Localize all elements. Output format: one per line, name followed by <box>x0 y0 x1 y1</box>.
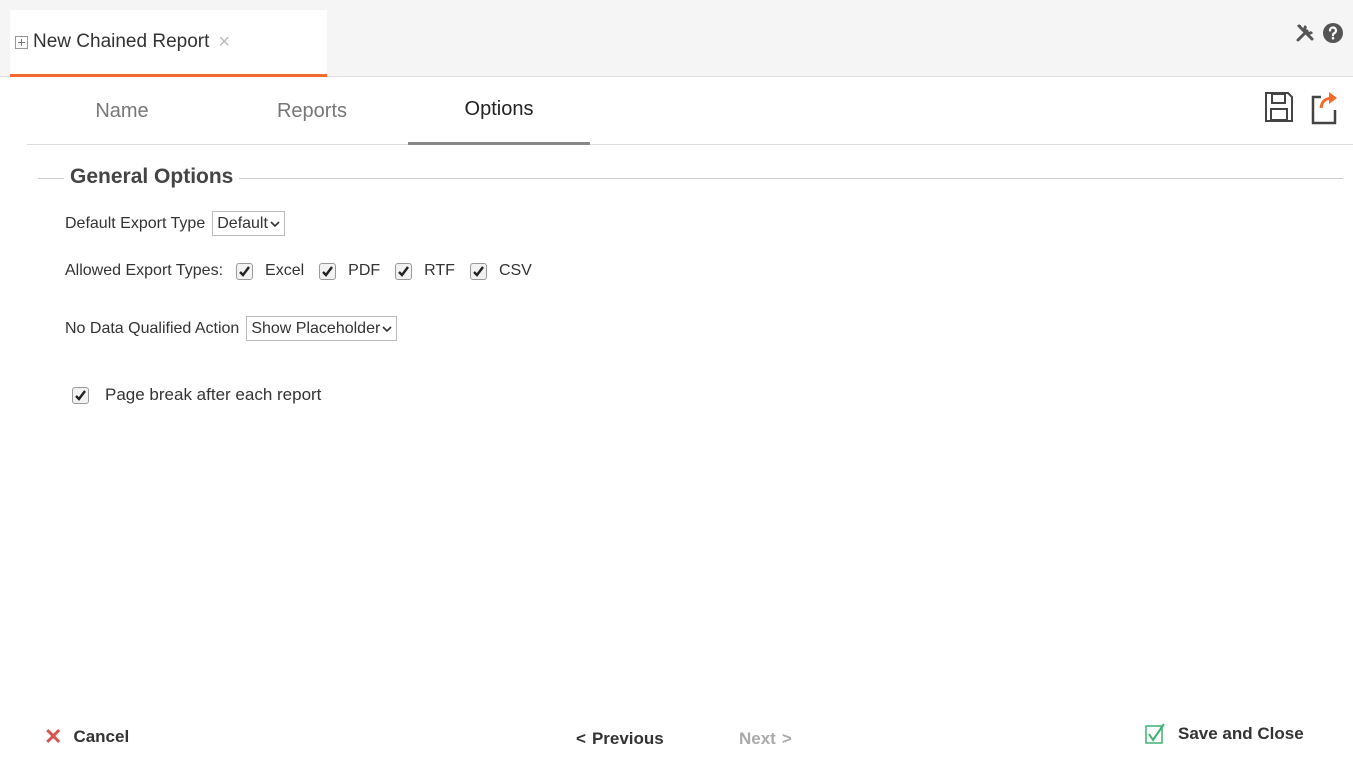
default-export-type-select[interactable]: Default <box>212 211 285 236</box>
excel-checkbox[interactable] <box>236 262 254 280</box>
no-data-action-label: No Data Qualified Action <box>65 319 240 337</box>
allowed-export-types-label: Allowed Export Types: <box>65 262 224 279</box>
cancel-icon: ✕ <box>44 724 63 749</box>
previous-label: Previous <box>591 729 664 748</box>
rtf-checkbox[interactable] <box>395 262 413 280</box>
excel-label: Excel <box>265 262 305 279</box>
no-data-action-select[interactable]: Show Placeholder <box>246 316 398 341</box>
close-tab-icon[interactable]: × <box>218 32 230 52</box>
save-and-close-button[interactable]: Save and Close <box>1144 723 1304 745</box>
check-square-icon <box>1144 723 1166 745</box>
toolbar <box>1263 88 1339 126</box>
cancel-button[interactable]: ✕ Cancel <box>44 724 129 750</box>
tab-name[interactable]: Name <box>27 77 217 145</box>
save-icon[interactable] <box>1263 88 1295 126</box>
tools-icon[interactable] <box>1294 22 1316 44</box>
top-tab-bar: New Chained Report × <box>0 0 1353 77</box>
no-data-action-value: Show Placeholder <box>251 319 381 337</box>
default-export-type-row: Default Export Type Default <box>65 211 285 236</box>
help-icon[interactable] <box>1322 22 1344 44</box>
page-break-label: Page break after each report <box>105 385 322 404</box>
allowed-export-types-row: Allowed Export Types: Excel PDF RTF CSV <box>65 262 547 280</box>
tab-reports[interactable]: Reports <box>217 77 407 145</box>
document-tab[interactable]: New Chained Report × <box>10 10 327 77</box>
top-icons <box>1294 22 1344 44</box>
pdf-label: PDF <box>348 262 381 279</box>
page-break-checkbox[interactable] <box>72 386 89 404</box>
csv-label: CSV <box>498 262 532 279</box>
csv-checkbox[interactable] <box>469 262 487 280</box>
export-icon[interactable] <box>1307 88 1339 126</box>
chevron-right-icon: > <box>781 729 792 748</box>
save-and-close-label: Save and Close <box>1178 724 1304 743</box>
pdf-checkbox[interactable] <box>319 262 337 280</box>
expand-icon <box>15 35 28 49</box>
document-tab-title: New Chained Report <box>33 31 210 52</box>
general-options-title: General Options <box>64 165 240 189</box>
next-button[interactable]: Next > <box>739 729 798 749</box>
step-tabs: Name Reports Options <box>27 77 1353 145</box>
page-break-row: Page break after each report <box>72 385 336 405</box>
tab-options[interactable]: Options <box>408 77 590 145</box>
chevron-down-icon <box>382 324 392 334</box>
next-label: Next <box>739 729 776 748</box>
no-data-action-row: No Data Qualified Action Show Placeholde… <box>65 316 398 341</box>
chevron-down-icon <box>270 219 280 229</box>
rtf-label: RTF <box>424 262 455 279</box>
default-export-type-label: Default Export Type <box>65 214 206 232</box>
chevron-left-icon: < <box>576 729 586 748</box>
previous-button[interactable]: < Previous <box>570 729 664 749</box>
cancel-label: Cancel <box>73 727 130 746</box>
default-export-type-value: Default <box>217 214 268 232</box>
